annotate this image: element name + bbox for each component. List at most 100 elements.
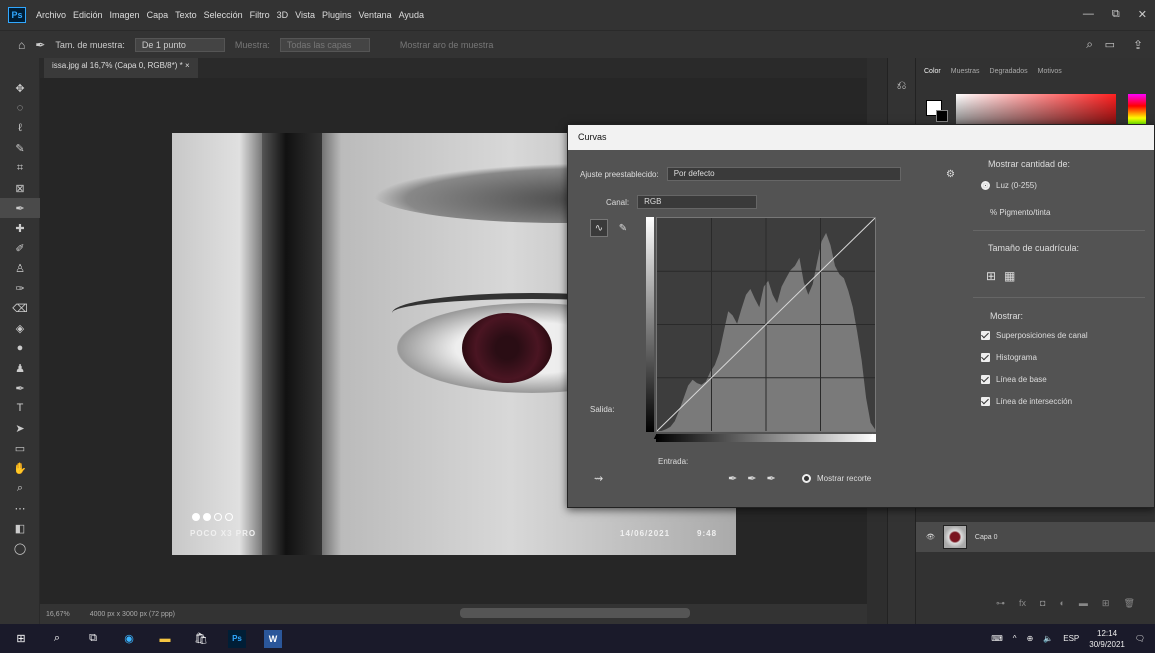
quick-select-tool-icon[interactable]: ✎: [0, 138, 40, 158]
keyboard-icon[interactable]: ⌨: [991, 634, 1003, 643]
pencil-draw-icon[interactable]: ✎: [614, 219, 632, 237]
group-icon[interactable]: ▬: [1079, 598, 1088, 609]
menu-vista[interactable]: Vista: [295, 10, 315, 20]
menu-texto[interactable]: Texto: [175, 10, 197, 20]
menu-edicion[interactable]: Edición: [73, 10, 103, 20]
add-mask-icon[interactable]: ◘: [1040, 598, 1045, 609]
network-icon[interactable]: ⊕: [1027, 634, 1034, 643]
crop-tool-icon[interactable]: ⌗: [0, 158, 40, 178]
preset-select[interactable]: Por defecto: [666, 167, 901, 181]
show-clipping-checkbox[interactable]: Mostrar recorte: [802, 474, 871, 483]
search-icon[interactable]: ⌕: [1086, 37, 1093, 52]
channel-overlays-checkbox[interactable]: Superposiciones de canal: [981, 331, 1088, 340]
menu-filtro[interactable]: Filtro: [250, 10, 270, 20]
visibility-eye-icon[interactable]: 👁: [926, 533, 935, 541]
background-color-swatch[interactable]: [936, 110, 948, 122]
curves-graph[interactable]: [656, 217, 876, 432]
move-tool-icon[interactable]: ✥: [0, 78, 40, 98]
frame-tool-icon[interactable]: ⊠: [0, 178, 40, 198]
gray-eyedropper-icon[interactable]: ✒: [747, 472, 756, 485]
search-icon[interactable]: ⌕: [48, 630, 66, 648]
paint-bucket-icon[interactable]: ◈: [0, 318, 40, 338]
color-swatches-icon[interactable]: ◧: [0, 518, 40, 538]
close-tab-icon[interactable]: ×: [185, 61, 190, 70]
zoom-level[interactable]: 16,67%: [46, 611, 70, 618]
black-eyedropper-icon[interactable]: ✒: [728, 472, 737, 485]
channel-select[interactable]: RGB: [637, 195, 758, 209]
share-icon[interactable]: ⇪: [1133, 38, 1143, 52]
menu-plugins[interactable]: Plugins: [322, 10, 352, 20]
menu-ventana[interactable]: Ventana: [359, 10, 392, 20]
clock[interactable]: 12:14 30/9/2021: [1089, 628, 1125, 650]
lasso-tool-icon[interactable]: ℓ: [0, 118, 40, 138]
white-point-slider[interactable]: ▲: [868, 431, 877, 441]
tab-muestras[interactable]: Muestras: [951, 68, 980, 75]
close-button[interactable]: ✕: [1138, 8, 1147, 21]
home-icon[interactable]: ⌂: [18, 38, 25, 52]
notifications-icon[interactable]: 🗨: [1135, 634, 1145, 643]
document-tab[interactable]: issa.jpg al 16,7% (Capa 0, RGB/8*) * ×: [44, 58, 198, 78]
brush-tool-icon[interactable]: ✐: [0, 238, 40, 258]
link-layers-icon[interactable]: ⊶: [996, 598, 1005, 609]
file-explorer-icon[interactable]: ▬: [156, 630, 174, 648]
tab-motivos[interactable]: Motivos: [1038, 68, 1062, 75]
layer-style-icon[interactable]: fx: [1019, 598, 1026, 609]
tab-color[interactable]: Color: [924, 68, 941, 75]
sample-size-select[interactable]: De 1 punto: [134, 37, 225, 52]
workspace-icon[interactable]: ▭: [1105, 38, 1115, 51]
language-indicator[interactable]: ESP: [1063, 634, 1079, 643]
task-view-icon[interactable]: ⧉: [84, 630, 102, 648]
photoshop-taskbar-icon[interactable]: Ps: [228, 629, 246, 648]
detailed-grid-icon[interactable]: ▦: [1004, 269, 1015, 283]
eyedropper-icon[interactable]: ✒: [0, 198, 40, 218]
rectangle-tool-icon[interactable]: ▭: [0, 438, 40, 458]
option-light[interactable]: Luz (0-255): [981, 181, 1037, 190]
zoom-tool-icon[interactable]: ⌕: [0, 478, 40, 498]
store-icon[interactable]: 🛍: [192, 630, 210, 648]
type-tool-icon[interactable]: T: [0, 398, 40, 418]
delete-layer-icon[interactable]: 🗑: [1123, 598, 1134, 609]
histogram-checkbox[interactable]: Histograma: [981, 353, 1037, 362]
dodge-tool-icon[interactable]: ♟: [0, 358, 40, 378]
baseline-checkbox[interactable]: Línea de base: [981, 375, 1047, 384]
show-clipping-toggle[interactable]: [802, 474, 811, 483]
pen-tool-icon[interactable]: ✒: [0, 378, 40, 398]
adjustment-layer-icon[interactable]: ◐: [1059, 598, 1064, 609]
quick-mask-icon[interactable]: ◯: [0, 538, 40, 558]
gear-icon[interactable]: ⚙: [946, 169, 955, 180]
horizontal-scrollbar[interactable]: [460, 608, 690, 618]
word-taskbar-icon[interactable]: W: [264, 629, 282, 648]
history-panel-icon[interactable]: ⎌: [888, 78, 915, 93]
black-point-slider[interactable]: ▲: [652, 431, 661, 441]
sample-select[interactable]: Todas las capas: [279, 37, 370, 52]
volume-icon[interactable]: 🔈: [1043, 634, 1053, 643]
show-hidden-icons[interactable]: ^: [1013, 634, 1017, 643]
more-tools-icon[interactable]: ⋯: [0, 498, 40, 518]
intersection-line-checkbox[interactable]: Línea de intersección: [981, 397, 1072, 406]
maximize-button[interactable]: ⧉: [1112, 8, 1120, 21]
menu-ayuda[interactable]: Ayuda: [399, 10, 424, 20]
light-radio[interactable]: [981, 181, 990, 190]
clone-stamp-icon[interactable]: ♙: [0, 258, 40, 278]
menu-3d[interactable]: 3D: [277, 10, 289, 20]
new-layer-icon[interactable]: ⊞: [1102, 598, 1110, 609]
minimize-button[interactable]: —: [1083, 8, 1094, 21]
checkbox-icon[interactable]: [981, 397, 990, 406]
eraser-tool-icon[interactable]: ⌫: [0, 298, 40, 318]
history-brush-icon[interactable]: ✑: [0, 278, 40, 298]
show-sample-ring-checkbox[interactable]: Mostrar aro de muestra: [400, 40, 494, 50]
simple-grid-icon[interactable]: ⊞: [986, 269, 996, 283]
option-pigment[interactable]: % Pigmento/tinta: [990, 208, 1050, 217]
eyedropper-tool-icon[interactable]: ✒: [35, 38, 45, 52]
tab-degradados[interactable]: Degradados: [990, 68, 1028, 75]
menu-archivo[interactable]: Archivo: [36, 10, 66, 20]
curve-points-tool-icon[interactable]: ∿: [590, 219, 608, 237]
layer-name[interactable]: Capa 0: [975, 534, 998, 541]
path-select-icon[interactable]: ➤: [0, 418, 40, 438]
checkbox-icon[interactable]: [981, 353, 990, 362]
healing-brush-icon[interactable]: ✚: [0, 218, 40, 238]
windows-start-icon[interactable]: ⊞: [12, 630, 30, 648]
checkbox-icon[interactable]: [981, 331, 990, 340]
edge-browser-icon[interactable]: ◉: [120, 630, 138, 648]
white-eyedropper-icon[interactable]: ✒: [766, 472, 775, 485]
